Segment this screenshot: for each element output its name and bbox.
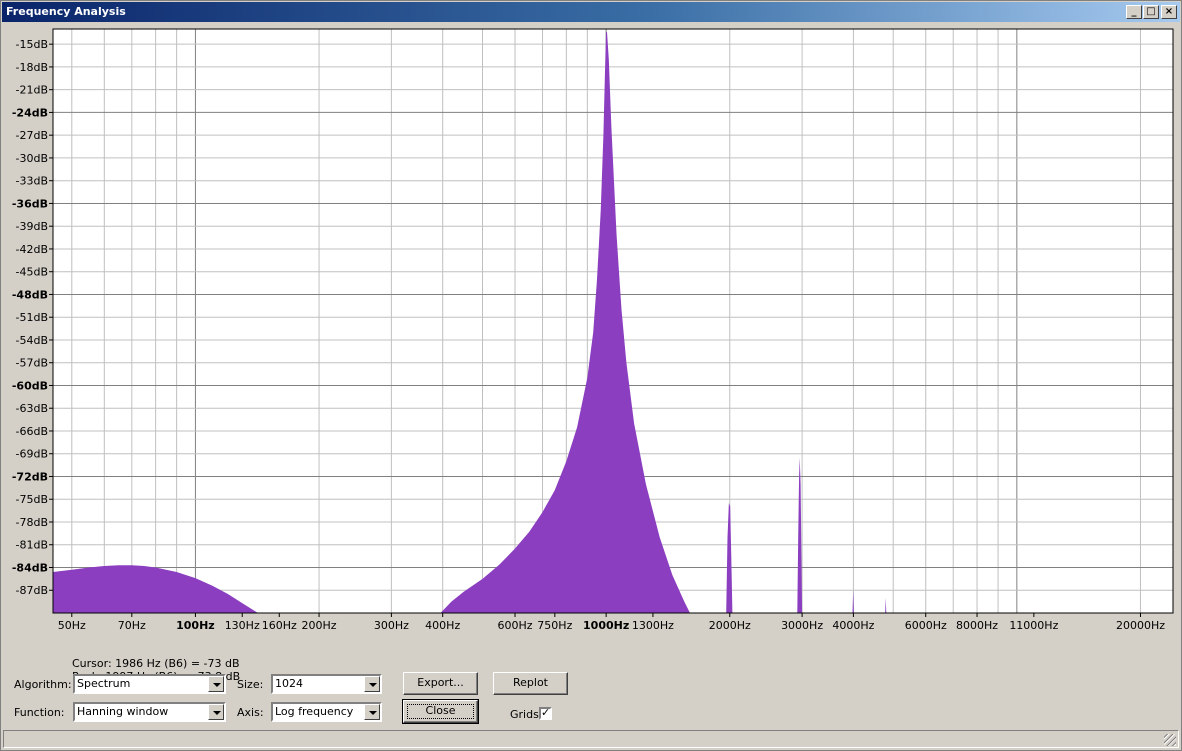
x-tick-label: 100Hz: [176, 619, 215, 632]
x-tick-label: 200Hz: [302, 619, 337, 632]
x-tick-label: 750Hz: [537, 619, 572, 632]
x-tick-label: 400Hz: [425, 619, 460, 632]
x-tick-label: 3000Hz: [781, 619, 823, 632]
x-tick-label: 6000Hz: [905, 619, 947, 632]
y-tick-label: -54dB: [16, 334, 49, 347]
y-tick-label: -57dB: [16, 357, 49, 370]
y-tick-label: -81dB: [16, 539, 49, 552]
maximize-button[interactable]: □: [1143, 5, 1159, 19]
x-tick-label: 11000Hz: [1009, 619, 1058, 632]
cursor-readout: Cursor: 1986 Hz (B6) = -73 dB: [72, 657, 240, 670]
x-tick-label: 50Hz: [58, 619, 86, 632]
close-icon: ×: [1164, 6, 1174, 17]
replot-button-label: Replot: [513, 676, 548, 689]
close-button-label: Close: [425, 704, 456, 717]
title-bar-buttons: _ □ ×: [1125, 5, 1177, 19]
axis-label: Axis:: [237, 706, 264, 719]
x-tick-label: 8000Hz: [956, 619, 998, 632]
function-value: Hanning window: [77, 705, 169, 718]
y-tick-label: -66dB: [16, 425, 49, 438]
resize-grip-icon[interactable]: [1164, 734, 1176, 746]
chevron-down-icon[interactable]: [208, 676, 224, 692]
spectrum-chart[interactable]: -15dB -18dB -21dB -24dB -27dB -30dB -33dB -36dB…: [1, 23, 1181, 643]
x-tick-label: 160Hz: [262, 619, 297, 632]
title-bar: Frequency Analysis _ □ ×: [2, 2, 1180, 22]
grids-checkbox[interactable]: ✓: [539, 706, 552, 720]
x-tick-label: 130Hz: [225, 619, 260, 632]
y-tick-label: -69dB: [16, 448, 49, 461]
minimize-icon: _: [1131, 6, 1137, 17]
y-tick-label: -45dB: [16, 266, 49, 279]
export-button-label: Export...: [417, 676, 464, 689]
y-tick-label: -18dB: [16, 61, 49, 74]
x-tick-label: 1300Hz: [632, 619, 674, 632]
x-tick-label: 70Hz: [118, 619, 146, 632]
y-tick-label: -15dB: [16, 38, 49, 51]
algorithm-label: Algorithm:: [14, 678, 72, 691]
size-value: 1024: [275, 677, 303, 690]
y-tick-label: -27dB: [16, 129, 49, 142]
y-tick-label: -24dB: [12, 106, 48, 119]
function-label: Function:: [14, 706, 65, 719]
y-tick-label: -51dB: [16, 311, 49, 324]
size-select[interactable]: 1024: [271, 674, 382, 694]
function-select[interactable]: Hanning window: [73, 702, 226, 722]
algorithm-value: Spectrum: [77, 677, 131, 690]
y-tick-label: -21dB: [16, 84, 49, 97]
checkmark-icon: ✓: [541, 706, 551, 719]
y-tick-label: -48dB: [12, 288, 48, 301]
x-tick-label: 4000Hz: [832, 619, 874, 632]
chevron-down-icon[interactable]: [364, 704, 380, 720]
close-window-button[interactable]: ×: [1161, 5, 1177, 19]
frequency-analysis-window: Frequency Analysis _ □ × -15dB -18dB -21dB…: [0, 0, 1182, 751]
x-tick-label: 1000Hz: [583, 619, 629, 632]
y-tick-label: -63dB: [16, 402, 49, 415]
y-tick-label: -39dB: [16, 220, 49, 233]
chevron-down-icon[interactable]: [208, 704, 224, 720]
window-title: Frequency Analysis: [6, 5, 126, 18]
y-tick-label: -75dB: [16, 493, 49, 506]
y-tick-label: -78dB: [16, 516, 49, 529]
status-bar: [3, 730, 1179, 748]
y-tick-label: -42dB: [16, 243, 49, 256]
minimize-button[interactable]: _: [1126, 5, 1142, 19]
y-tick-label: -30dB: [16, 152, 49, 165]
axis-value: Log frequency: [275, 705, 354, 718]
size-label: Size:: [237, 678, 264, 691]
x-tick-label: 20000Hz: [1116, 619, 1165, 632]
y-tick-label: -33dB: [16, 175, 49, 188]
x-tick-label: 300Hz: [374, 619, 409, 632]
maximize-icon: □: [1146, 6, 1156, 17]
chevron-down-icon[interactable]: [364, 676, 380, 692]
spectrum-plot-area[interactable]: -15dB -18dB -21dB -24dB -27dB -30dB -33dB -36dB…: [1, 23, 1182, 663]
grids-label: Grids: [510, 708, 539, 721]
axis-select[interactable]: Log frequency: [271, 702, 382, 722]
close-button[interactable]: Close: [402, 699, 479, 724]
y-tick-label: -72dB: [12, 470, 48, 483]
y-tick-label: -60dB: [12, 379, 48, 392]
x-tick-label: 600Hz: [497, 619, 532, 632]
y-tick-label: -84dB: [12, 561, 48, 574]
y-tick-label: -87dB: [16, 584, 49, 597]
algorithm-select[interactable]: Spectrum: [73, 674, 226, 694]
export-button[interactable]: Export...: [403, 672, 478, 695]
x-tick-label: 2000Hz: [709, 619, 751, 632]
y-tick-label: -36dB: [12, 197, 48, 210]
replot-button[interactable]: Replot: [493, 672, 568, 695]
